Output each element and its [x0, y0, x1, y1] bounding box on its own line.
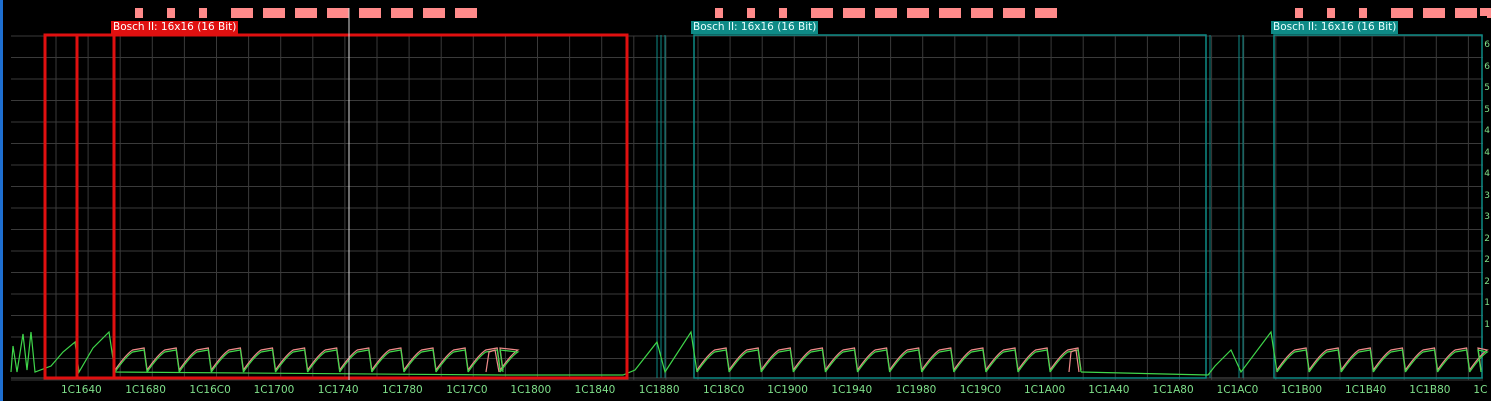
selected-map-frame-inner [75, 33, 116, 380]
address-label: 1C1780 [382, 384, 423, 396]
address-label: 1C1A80 [1152, 384, 1194, 396]
map-marker [939, 8, 961, 18]
map-marker [423, 8, 445, 18]
address-label: 1C1740 [317, 384, 359, 396]
map-marker [1423, 8, 1445, 18]
value-tick-label: 6 [1484, 40, 1490, 50]
address-label: 1C1840 [574, 384, 616, 396]
hex-graph-view[interactable]: Bosch II: 16x16 (16 Bit) Bosch II: 16x16… [0, 0, 1491, 401]
map-marker [971, 8, 993, 18]
map-marker [231, 8, 253, 18]
map-marker [1455, 8, 1477, 18]
value-tick-label: 2 [1484, 255, 1490, 265]
map-marker [811, 8, 833, 18]
address-label: 1C1B80 [1409, 384, 1451, 396]
address-label: 1C1B40 [1345, 384, 1387, 396]
map-label-1[interactable]: Bosch II: 16x16 (16 Bit) [111, 21, 239, 34]
value-tick-label: 4 [1484, 126, 1490, 136]
value-tick-label: 5 [1484, 104, 1490, 115]
map-frame-3 [1273, 34, 1483, 379]
map-marker [327, 8, 349, 18]
map-marker [1035, 8, 1057, 18]
map-marker [455, 8, 477, 18]
selected-map-frame [43, 33, 629, 380]
map-marker [1295, 8, 1303, 18]
map-label-3[interactable]: Bosch II: 16x16 (16 Bit) [1271, 21, 1399, 34]
address-label: 1C16C0 [189, 384, 231, 396]
map-marker [1359, 8, 1367, 18]
signal-trace [114, 349, 520, 373]
address-label: 1C1AC0 [1216, 384, 1259, 396]
address-label: 1C1640 [61, 384, 102, 396]
address-label: 1C1700 [253, 384, 295, 396]
address-label: 1C1900 [767, 384, 808, 396]
address-label: 1C1680 [125, 384, 166, 396]
value-tick-label: 1 [1484, 319, 1490, 330]
signal-trace [1276, 349, 1489, 373]
address-label: 1C1800 [510, 384, 552, 396]
value-tick-label: 4 [1484, 147, 1490, 158]
map-marker [779, 8, 787, 18]
address-label: 1C1940 [831, 384, 873, 396]
address-label: 1C1B00 [1280, 384, 1323, 396]
signal-trace [696, 349, 1082, 373]
map-frame-2 [693, 34, 1207, 379]
address-label: 1C1A00 [1024, 384, 1066, 396]
map-marker [391, 8, 413, 18]
map-marker [135, 8, 143, 18]
address-label: 1C18C0 [703, 384, 745, 396]
address-label: 1C [1473, 384, 1488, 396]
map-marker [295, 8, 317, 18]
address-label: 1C1A40 [1088, 384, 1130, 396]
value-tick-label: 1 [1484, 298, 1490, 308]
value-tick-label: 2 [1484, 276, 1490, 287]
map-marker [907, 8, 929, 18]
map-marker [1391, 8, 1413, 18]
value-tick-label: 6 [1484, 61, 1490, 72]
scroll-marker-icon[interactable] [1480, 8, 1488, 16]
value-tick-label: 2 [1484, 233, 1490, 244]
map-marker [875, 8, 897, 18]
address-label: 1C17C0 [446, 384, 488, 396]
address-label: 1C1880 [638, 384, 680, 396]
address-label: 1C1980 [895, 384, 937, 396]
value-tick-label: 3 [1484, 190, 1490, 201]
map-marker [1003, 8, 1025, 18]
map-marker [1327, 8, 1335, 18]
map-marker [843, 8, 865, 18]
address-label: 1C19C0 [959, 384, 1002, 396]
value-tick-label: 4 [1484, 169, 1490, 179]
value-tick-label: 3 [1484, 212, 1490, 222]
map-marker [199, 8, 207, 18]
map-marker [263, 8, 285, 18]
graph-canvas[interactable] [3, 0, 1491, 401]
map-marker [715, 8, 723, 18]
signal-peak [1068, 349, 1080, 373]
map-marker [359, 8, 381, 18]
value-tick-label: 5 [1484, 83, 1490, 93]
map-label-2[interactable]: Bosch II: 16x16 (16 Bit) [691, 21, 819, 34]
map-marker [167, 8, 175, 18]
map-marker [747, 8, 755, 18]
